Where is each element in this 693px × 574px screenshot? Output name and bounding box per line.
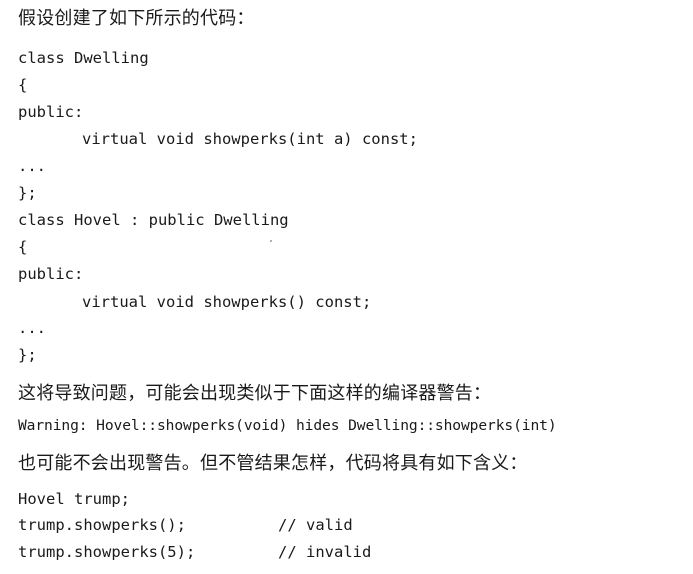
compiler-warning-line: Warning: Hovel::showperks(void) hides Dw…	[18, 417, 557, 434]
code-comment: // valid	[278, 516, 353, 534]
code-line: trump.showperks(5);	[18, 543, 196, 561]
code-line: public:	[18, 265, 84, 283]
code-line: class Dwelling	[18, 49, 149, 67]
code-line: ...	[18, 319, 46, 337]
scan-speck	[270, 240, 272, 242]
code-comment: // invalid	[278, 543, 372, 561]
code-line: {	[18, 76, 28, 94]
code-line: class Hovel : public Dwelling	[18, 211, 289, 229]
code-line: };	[18, 184, 37, 202]
book-page: 假设创建了如下所示的代码： class Dwelling { public: v…	[0, 0, 693, 574]
code-line: };	[18, 346, 37, 364]
result-intro-paragraph: 也可能不会出现警告。但不管结果怎样，代码将具有如下含义：	[18, 453, 528, 474]
warning-intro-paragraph: 这将导致问题，可能会出现类似于下面这样的编译器警告：	[18, 383, 492, 404]
code-line: Hovel trump;	[18, 490, 130, 508]
code-line: virtual void showperks(int a) const;	[82, 130, 418, 148]
intro-paragraph: 假设创建了如下所示的代码：	[18, 8, 255, 29]
code-line: ...	[18, 157, 46, 175]
code-line: {	[18, 238, 28, 256]
code-line: public:	[18, 103, 84, 121]
code-line: virtual void showperks() const;	[82, 293, 372, 311]
code-line: trump.showperks();	[18, 516, 186, 534]
